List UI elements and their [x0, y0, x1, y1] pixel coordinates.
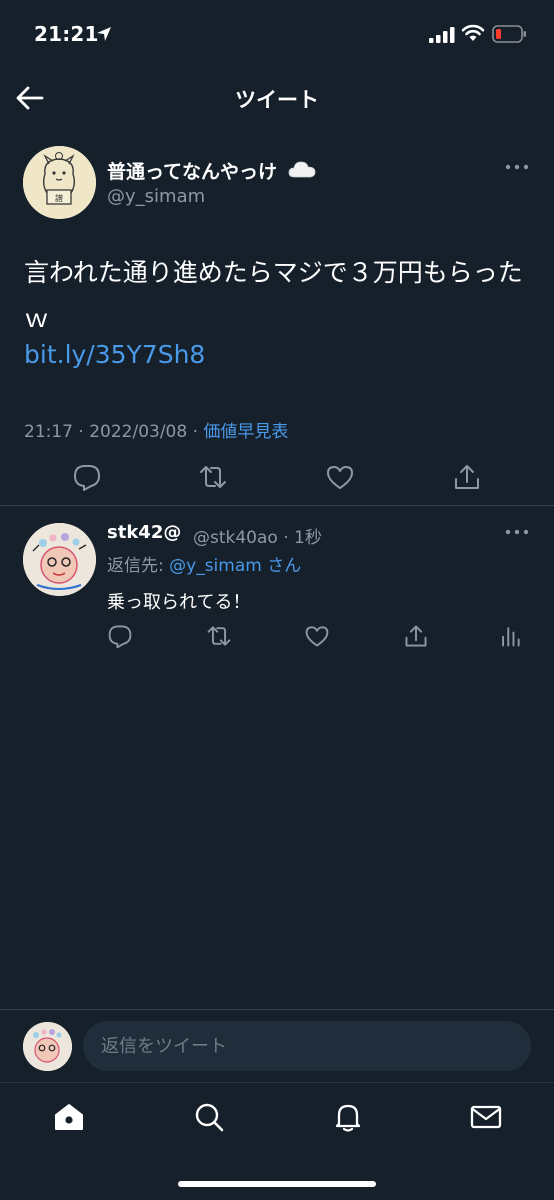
search-icon[interactable]	[192, 1100, 226, 1134]
tweet-meta: 21:17 · 2022/03/08 · 価値早見表	[24, 417, 288, 442]
page-title: ツイート	[235, 88, 319, 112]
reply-author-name[interactable]: stk42@	[107, 522, 181, 543]
cloud-icon	[288, 161, 316, 178]
replying-to: 返信先: @y_simam さん	[107, 551, 301, 576]
tweet-source-link[interactable]: 価値早見表	[203, 422, 288, 442]
analytics-icon[interactable]	[497, 623, 523, 649]
like-icon[interactable]	[325, 462, 355, 492]
tabbar-divider	[0, 1082, 554, 1083]
replying-to-prefix: 返信先:	[107, 556, 170, 576]
home-indicator[interactable]	[178, 1181, 376, 1187]
home-icon[interactable]	[52, 1100, 86, 1134]
more-options-icon[interactable]	[505, 528, 529, 536]
status-time: 21:21	[34, 22, 99, 46]
more-options-icon[interactable]	[505, 163, 529, 171]
tweet-timestamp: 21:17 · 2022/03/08 ·	[24, 422, 204, 442]
messages-icon[interactable]	[469, 1100, 503, 1134]
retweet-icon[interactable]	[198, 462, 228, 492]
share-icon[interactable]	[403, 623, 429, 649]
svg-text:譜: 譜	[55, 193, 63, 203]
location-arrow-icon	[97, 27, 111, 41]
cellular-signal-icon	[429, 27, 455, 43]
reply-text: 乗っ取られてる！	[107, 592, 251, 613]
reply-avatar[interactable]	[23, 523, 96, 596]
tweet-text: 言われた通り進めたらマジで３万円もらったｗ	[24, 258, 523, 333]
wifi-icon	[461, 24, 485, 41]
share-icon[interactable]	[452, 462, 482, 492]
notifications-icon[interactable]	[331, 1100, 365, 1134]
reply-input[interactable]	[83, 1021, 531, 1071]
reply-icon[interactable]	[72, 462, 102, 492]
composer-divider	[0, 1009, 554, 1010]
like-icon[interactable]	[304, 623, 330, 649]
retweet-icon[interactable]	[206, 623, 232, 649]
composer-avatar	[23, 1022, 72, 1071]
reply-icon[interactable]	[107, 623, 133, 649]
tweet-link[interactable]: bit.ly/35Y7Sh8	[24, 340, 205, 369]
author-name[interactable]: 普通ってなんやっけ	[107, 157, 277, 184]
replying-to-suffix: さん	[261, 556, 302, 576]
reply-author-handle[interactable]: @stk40ao · 1秒	[193, 523, 322, 548]
divider	[0, 505, 554, 506]
replying-to-mention[interactable]: @y_simam	[169, 556, 262, 576]
battery-low-icon	[492, 25, 526, 43]
author-avatar[interactable]: 譜	[23, 146, 96, 219]
author-handle[interactable]: @y_simam	[107, 186, 205, 207]
